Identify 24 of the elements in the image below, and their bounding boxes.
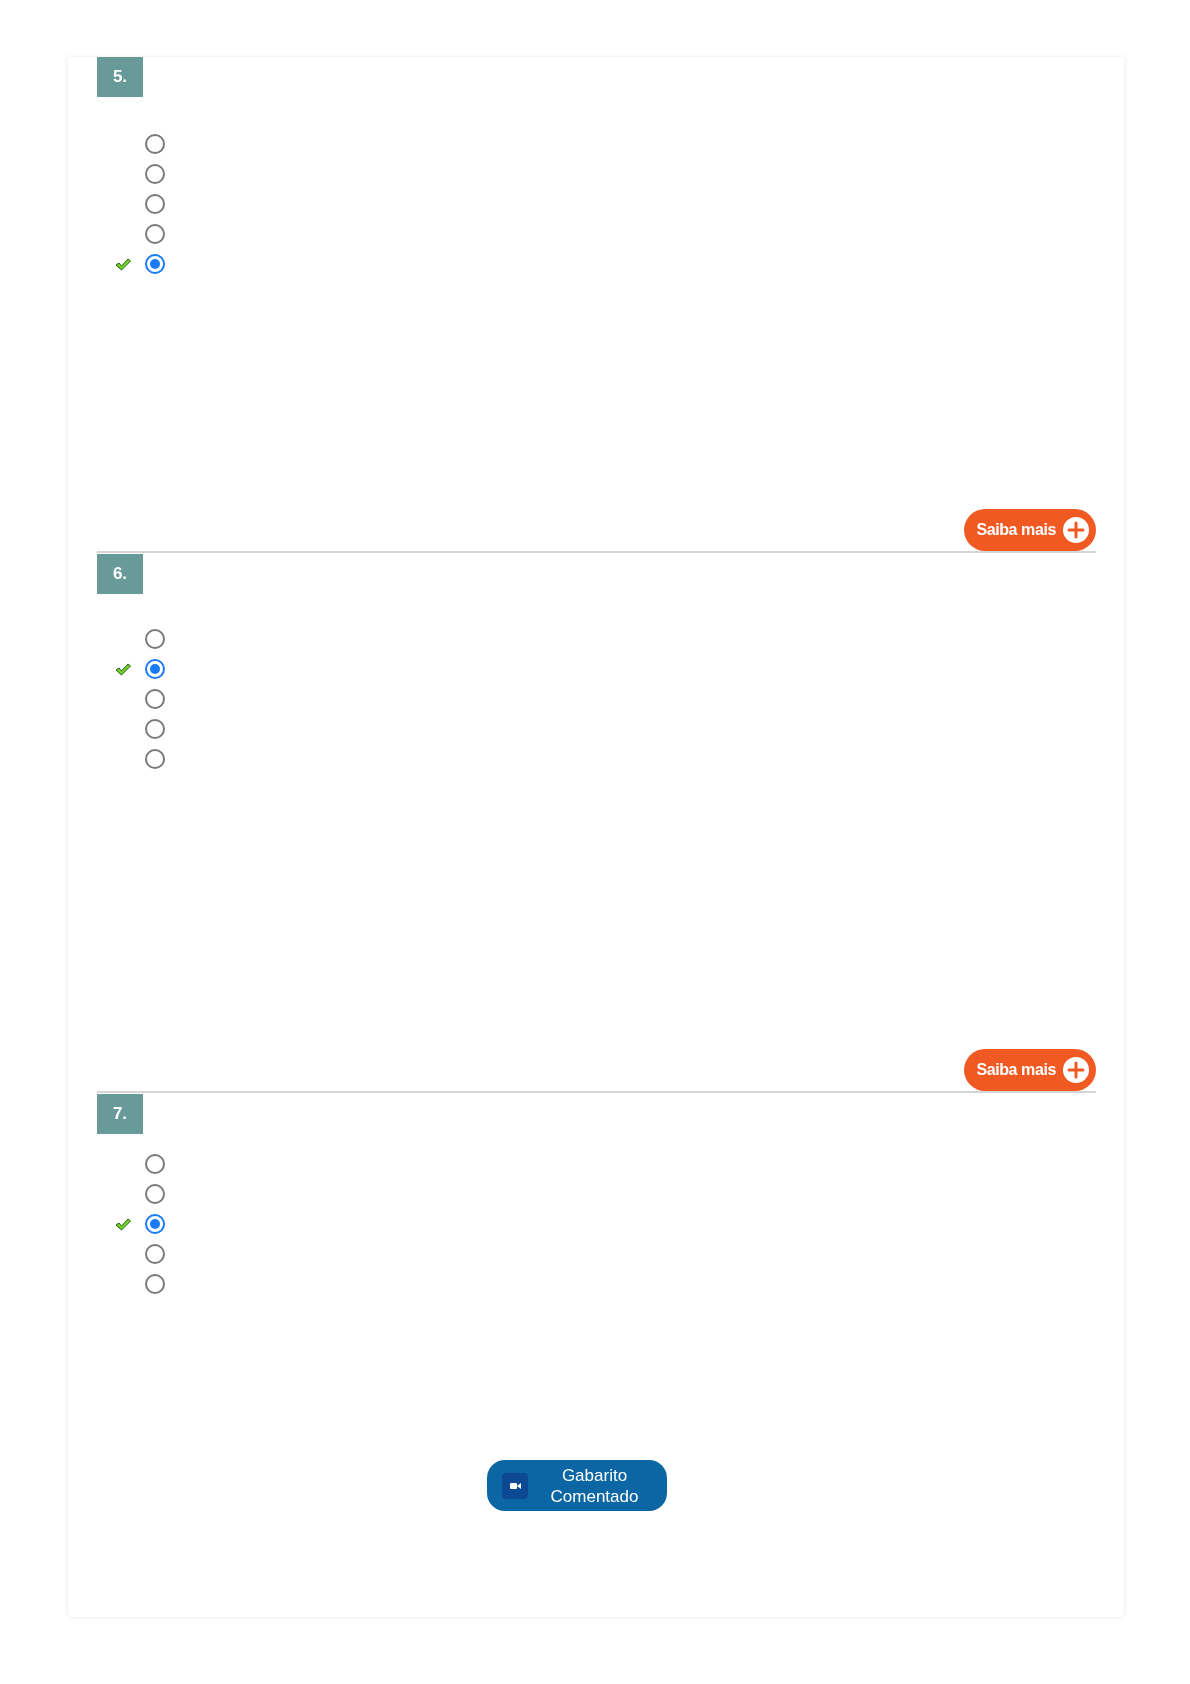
question-number: 7. [97,1094,143,1134]
question-number: 6. [97,554,143,594]
answer-key-button[interactable]: Gabarito Comentado [487,1460,667,1511]
radio-button[interactable] [145,629,165,649]
learn-more-button[interactable]: Saiba mais [964,1049,1096,1091]
radio-button[interactable] [145,1214,165,1234]
radio-button[interactable] [145,659,165,679]
plus-icon [1062,516,1090,544]
radio-button[interactable] [145,719,165,739]
radio-button[interactable] [145,689,165,709]
learn-more-button[interactable]: Saiba mais [964,509,1096,551]
radio-button[interactable] [145,164,165,184]
plus-icon [1062,1056,1090,1084]
radio-button[interactable] [145,749,165,769]
radio-button[interactable] [145,1244,165,1264]
radio-button[interactable] [145,1184,165,1204]
question-number: 5. [97,57,143,97]
radio-button[interactable] [145,254,165,274]
radio-button[interactable] [145,224,165,244]
radio-button[interactable] [145,134,165,154]
radio-button[interactable] [145,194,165,214]
video-camera-icon [502,1472,528,1499]
radio-button[interactable] [145,1154,165,1174]
radio-button[interactable] [145,1274,165,1294]
